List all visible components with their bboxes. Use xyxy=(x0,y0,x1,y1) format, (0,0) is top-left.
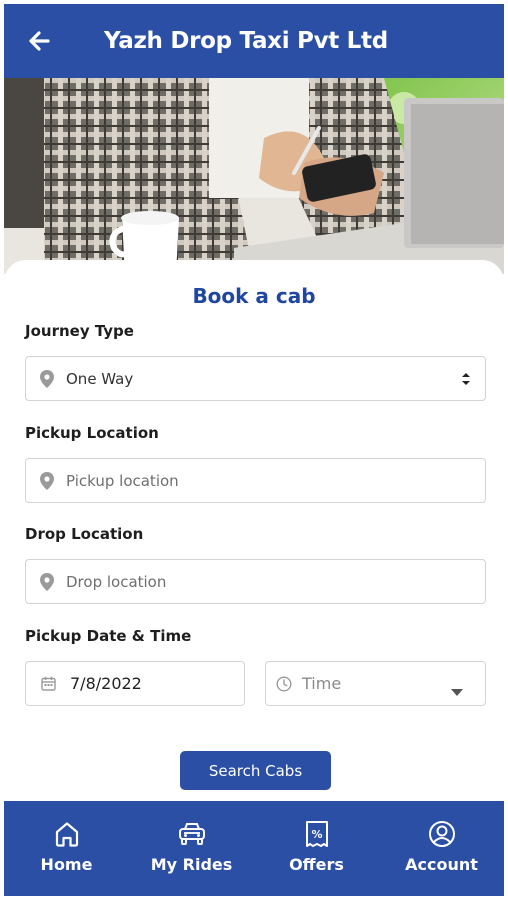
location-pin-icon xyxy=(26,458,66,503)
booking-card: Book a cab Journey Type One Way Pickup L… xyxy=(4,260,504,805)
nav-label: Offers xyxy=(289,855,344,874)
journey-type-select[interactable]: One Way xyxy=(25,356,486,401)
account-icon xyxy=(428,821,455,847)
pickup-date-value: 7/8/2022 xyxy=(70,674,142,693)
pickup-time-placeholder: Time xyxy=(302,674,342,693)
nav-label: Home xyxy=(40,855,93,874)
nav-item-account[interactable]: Account xyxy=(379,801,504,896)
location-pin-icon xyxy=(26,559,66,604)
location-pin-icon xyxy=(26,356,66,401)
pickup-location-label: Pickup Location xyxy=(25,424,159,442)
arrow-left-icon xyxy=(29,31,50,51)
nav-item-offers[interactable]: % Offers xyxy=(254,801,379,896)
pickup-time-select[interactable]: Time xyxy=(265,661,486,706)
chevron-down-icon xyxy=(451,681,463,700)
nav-item-home[interactable]: Home xyxy=(4,801,129,896)
pickup-datetime-label: Pickup Date & Time xyxy=(25,627,192,645)
car-icon xyxy=(178,823,205,845)
drop-location-placeholder: Drop location xyxy=(66,572,167,591)
clock-icon xyxy=(266,675,302,692)
app-frame: Yazh Drop Taxi Pvt Ltd Book a cab Journe… xyxy=(4,4,504,896)
drop-location-input[interactable]: Drop location xyxy=(25,559,486,604)
header-title: Yazh Drop Taxi Pvt Ltd xyxy=(104,28,388,54)
nav-label: Account xyxy=(405,855,478,874)
pickup-location-placeholder: Pickup location xyxy=(66,471,179,490)
back-button[interactable] xyxy=(4,4,74,78)
svg-text:%: % xyxy=(311,828,322,841)
pickup-date-input[interactable]: 7/8/2022 xyxy=(25,661,245,706)
select-updown-icon xyxy=(461,371,471,391)
offer-icon: % xyxy=(305,821,328,847)
app-header: Yazh Drop Taxi Pvt Ltd xyxy=(4,4,504,78)
drop-location-label: Drop Location xyxy=(25,525,144,543)
search-cabs-button[interactable]: Search Cabs xyxy=(180,751,331,790)
booking-title: Book a cab xyxy=(192,284,316,308)
journey-type-label: Journey Type xyxy=(25,322,134,340)
home-icon xyxy=(55,822,78,847)
nav-item-my-rides[interactable]: My Rides xyxy=(129,801,254,896)
journey-type-value: One Way xyxy=(66,369,134,388)
bottom-nav: Home My Rides % Offers Account xyxy=(4,801,504,896)
nav-label: My Rides xyxy=(150,855,233,874)
hero-image xyxy=(4,78,504,274)
calendar-icon xyxy=(26,676,70,691)
pickup-location-input[interactable]: Pickup location xyxy=(25,458,486,503)
